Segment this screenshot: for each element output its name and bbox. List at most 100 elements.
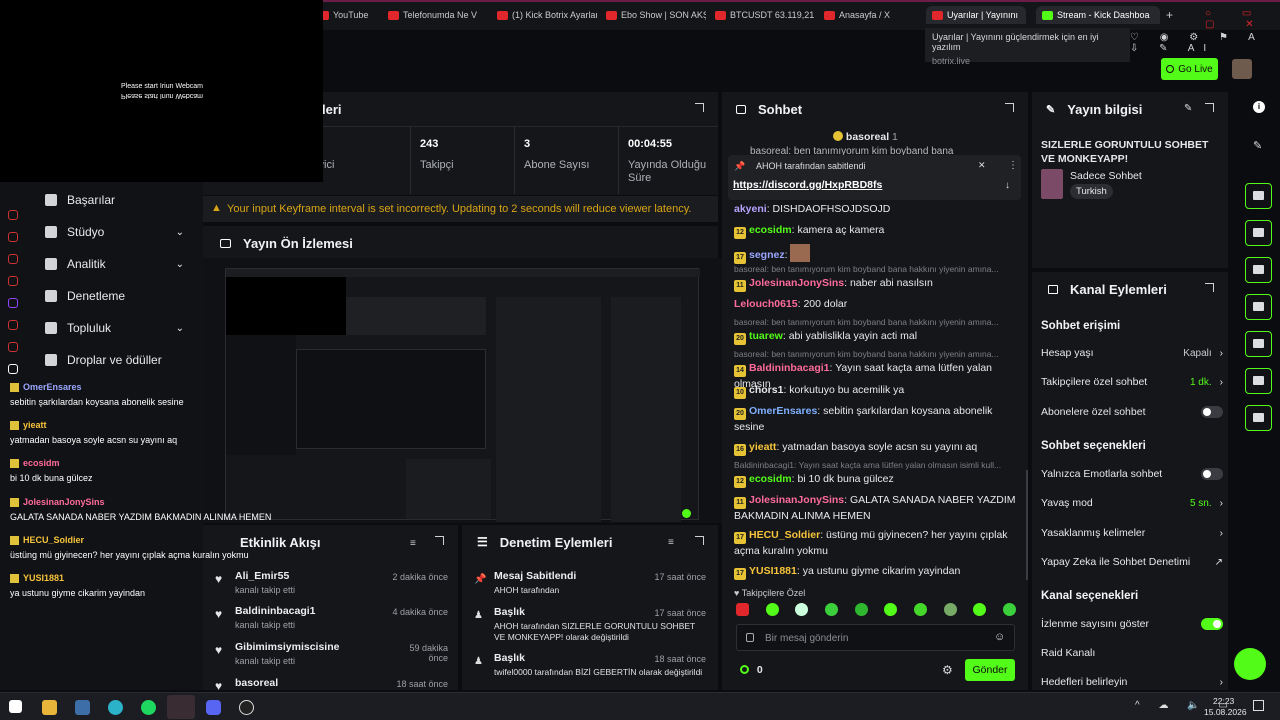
avatar[interactable] <box>1232 59 1252 79</box>
setting-control[interactable]: › <box>1220 528 1223 539</box>
rail-button-wrench[interactable] <box>1245 405 1272 431</box>
setting-control[interactable]: 5 sn. › <box>1190 498 1223 509</box>
more-icon[interactable]: ⋮ <box>1008 160 1018 171</box>
rail-button-code[interactable] <box>1245 331 1272 357</box>
setting-control[interactable]: Kapalı › <box>1183 348 1223 359</box>
wrench-icon <box>45 290 57 302</box>
setting-control[interactable] <box>1201 618 1223 630</box>
opera-icon[interactable] <box>167 695 195 719</box>
chat-username[interactable]: HECU_Soldier <box>749 529 820 541</box>
channel-setting-row[interactable]: Yasaklanmış kelimeler › <box>1041 527 1223 539</box>
toggle-switch[interactable] <box>1201 406 1223 418</box>
chat-username[interactable]: Baldininbacagi1 <box>749 362 830 374</box>
spotify-icon[interactable] <box>141 700 156 715</box>
browser-tab[interactable]: Uyarılar | Yayınını <box>926 6 1026 24</box>
chat-username[interactable]: ecosidm <box>749 473 792 485</box>
pinned-message[interactable]: 📌 AHOH tarafından sabitlendi https://dis… <box>728 155 1021 200</box>
expand-icon[interactable] <box>1205 283 1214 292</box>
go-live-button[interactable]: Go Live <box>1161 58 1218 80</box>
rail-button-lightning[interactable] <box>1245 220 1272 246</box>
activity-user[interactable]: Gibimimsiymiscisine <box>235 641 385 653</box>
channel-setting-row[interactable]: İzlenme sayısını göster <box>1041 618 1223 630</box>
collapse-icon[interactable]: ↓ <box>1005 180 1010 191</box>
discord-icon[interactable] <box>206 700 221 715</box>
browser-tab[interactable]: Telefonumda Ne V <box>388 6 488 24</box>
channel-setting-row[interactable]: Raid Kanalı <box>1041 647 1223 659</box>
chat-username[interactable]: yieatt <box>749 441 776 453</box>
rail-button-archive[interactable] <box>1245 368 1272 394</box>
expand-icon[interactable] <box>695 536 704 545</box>
browser-tab[interactable]: Stream - Kick Dashboa <box>1036 6 1160 24</box>
channel-setting-row[interactable]: Yalnızca Emotlarla sohbet <box>1041 468 1223 480</box>
rail-button-list[interactable] <box>1245 257 1272 283</box>
browser-tab[interactable]: Ebo Show | SON AKŞ <box>606 6 706 24</box>
chat-username[interactable]: JolesinanJonySins <box>749 277 844 289</box>
sidebar-item[interactable]: Topluluk ⌄ <box>45 321 190 335</box>
channel-setting-row[interactable]: Abonelere özel sohbet <box>1041 406 1223 418</box>
channel-setting-row[interactable]: Hesap yaşı Kapalı › <box>1041 347 1223 359</box>
chat-username[interactable]: JolesinanJonySins <box>749 494 844 506</box>
sidebar-item[interactable]: Analitik ⌄ <box>45 257 190 271</box>
pencil-icon[interactable]: ✎ <box>1253 139 1262 152</box>
edit-icon[interactable]: ✎ <box>1184 103 1192 114</box>
steam-icon[interactable] <box>75 700 90 715</box>
channel-setting-row[interactable]: Yapay Zeka ile Sohbet Denetimi ↗ <box>1041 556 1223 568</box>
setting-control[interactable]: ↗ <box>1215 557 1223 568</box>
emoji-icon[interactable]: ☺ <box>994 631 1005 643</box>
activity-user[interactable]: basoreal <box>235 677 385 689</box>
filter-icon[interactable]: ≡ <box>668 537 674 548</box>
channel-setting-row[interactable]: Takipçilere özel sohbet 1 dk. › <box>1041 376 1223 388</box>
filter-icon[interactable]: ≡ <box>410 538 416 549</box>
pinned-link[interactable]: https://discord.gg/HxpRBD8fs <box>733 179 882 191</box>
windows-start-icon[interactable] <box>9 700 22 713</box>
sidebar-item[interactable]: Droplar ve ödüller <box>45 353 190 367</box>
expand-icon[interactable] <box>695 103 704 112</box>
chat-username[interactable]: akyeni <box>734 203 767 215</box>
setting-control[interactable] <box>1201 468 1223 480</box>
chat-username[interactable]: ecosidm <box>749 224 792 236</box>
tooltip-title: Uyarılar | Yayınını güçlendirmek için en… <box>932 32 1099 52</box>
chat-username[interactable]: chors1 <box>749 384 783 396</box>
sidebar-item[interactable]: Denetleme <box>45 289 190 303</box>
chat-scrollbar[interactable] <box>1026 470 1028 580</box>
channel-setting-row[interactable]: Yavaş mod 5 sn. › <box>1041 497 1223 509</box>
chat-username[interactable]: segnez <box>749 249 785 261</box>
chat-username[interactable]: OmerEnsares <box>749 405 817 417</box>
language-tag: Turkish <box>1070 184 1113 199</box>
activity-user[interactable]: Baldininbacagi1 <box>235 605 385 617</box>
browser-tab[interactable]: (1) Kick Botrix Ayarları <box>497 6 597 24</box>
expand-icon[interactable] <box>435 536 444 545</box>
rail-button-chat[interactable] <box>1245 183 1272 209</box>
chat-settings-icon[interactable]: ⚙ <box>942 663 953 677</box>
file-explorer-icon[interactable] <box>42 700 57 715</box>
info-icon[interactable]: i <box>1253 101 1265 113</box>
new-tab-button[interactable]: + <box>1166 8 1173 22</box>
setting-control[interactable] <box>1201 406 1223 418</box>
sidebar-item[interactable]: Başarılar <box>45 193 190 207</box>
notification-icon[interactable] <box>1253 700 1264 711</box>
rail-button-message[interactable] <box>1245 294 1272 320</box>
edge-icon[interactable] <box>108 700 123 715</box>
points-display[interactable]: 0 <box>740 664 763 676</box>
category-name[interactable]: Sadece Sohbet <box>1070 170 1142 182</box>
sidebar-item[interactable]: Stüdyo ⌄ <box>45 225 190 239</box>
browser-tab[interactable]: BTCUSDT 63.119,21 ▲ <box>715 6 815 24</box>
chat-username[interactable]: Lelouch0615 <box>734 298 798 310</box>
setting-control[interactable]: 1 dk. › <box>1190 377 1223 388</box>
toggle-switch[interactable] <box>1201 618 1223 630</box>
unpin-icon[interactable]: ✕ <box>978 160 986 171</box>
toggle-switch[interactable] <box>1201 468 1223 480</box>
activity-user[interactable]: Ali_Emir55 <box>235 570 385 582</box>
setting-control[interactable]: › <box>1220 677 1223 688</box>
chat-input[interactable]: Bir mesaj gönderin ☺ <box>736 624 1015 651</box>
emote-bar[interactable] <box>736 603 1016 619</box>
obs-icon[interactable] <box>239 700 254 715</box>
chat-username[interactable]: tuarew <box>749 330 783 342</box>
support-chat-button[interactable] <box>1234 648 1266 680</box>
expand-icon[interactable] <box>1205 103 1214 112</box>
channel-setting-row[interactable]: Hedefleri belirleyin › <box>1041 676 1223 688</box>
browser-tab[interactable]: Anasayfa / X <box>824 6 924 24</box>
expand-icon[interactable] <box>1005 103 1014 112</box>
send-button[interactable]: Gönder <box>965 659 1015 681</box>
chat-username[interactable]: YUSI1881 <box>749 565 797 577</box>
